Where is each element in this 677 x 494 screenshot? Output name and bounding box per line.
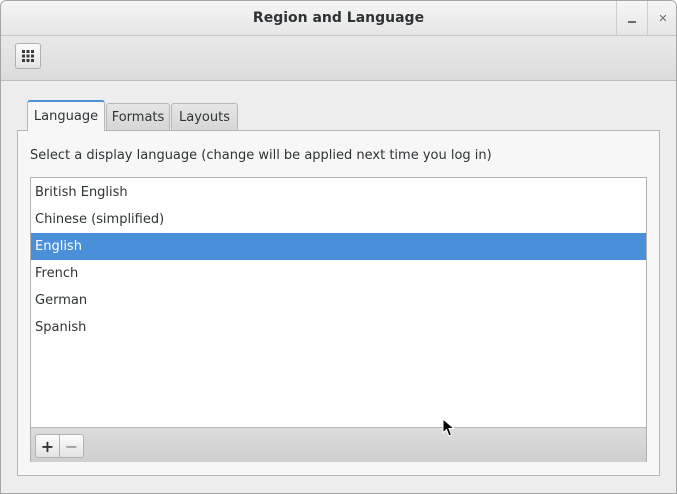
language-list[interactable]: British English Chinese (simplified) Eng…: [30, 177, 647, 462]
list-item-french[interactable]: French: [31, 260, 646, 287]
list-item-chinese-simplified[interactable]: Chinese (simplified): [31, 206, 646, 233]
add-language-button[interactable]: +: [35, 434, 60, 458]
window-title: Region and Language: [252, 10, 425, 26]
instruction-text: Select a display language (change will b…: [30, 148, 492, 163]
close-button[interactable]: ✕: [647, 1, 676, 35]
language-panel: Select a display language (change will b…: [17, 130, 660, 476]
list-item-english[interactable]: English: [31, 233, 646, 260]
tab-formats[interactable]: Formats: [106, 103, 170, 130]
list-item-german[interactable]: German: [31, 287, 646, 314]
close-icon: ✕: [658, 11, 668, 25]
mouse-pointer-icon: [442, 417, 456, 442]
tab-layouts[interactable]: Layouts: [171, 103, 238, 130]
app-grid-button[interactable]: [15, 43, 41, 69]
title-bar[interactable]: Region and Language ✕: [1, 1, 676, 36]
list-item-british-english[interactable]: British English: [31, 179, 646, 206]
list-item-spanish[interactable]: Spanish: [31, 314, 646, 341]
toolbar: [1, 36, 676, 81]
app-grid-icon: [22, 50, 34, 62]
minimize-icon: [628, 21, 636, 23]
remove-language-button[interactable]: −: [59, 434, 84, 458]
minimize-button[interactable]: [616, 1, 647, 35]
tab-language[interactable]: Language: [27, 100, 105, 131]
list-toolbar: + −: [31, 427, 646, 462]
